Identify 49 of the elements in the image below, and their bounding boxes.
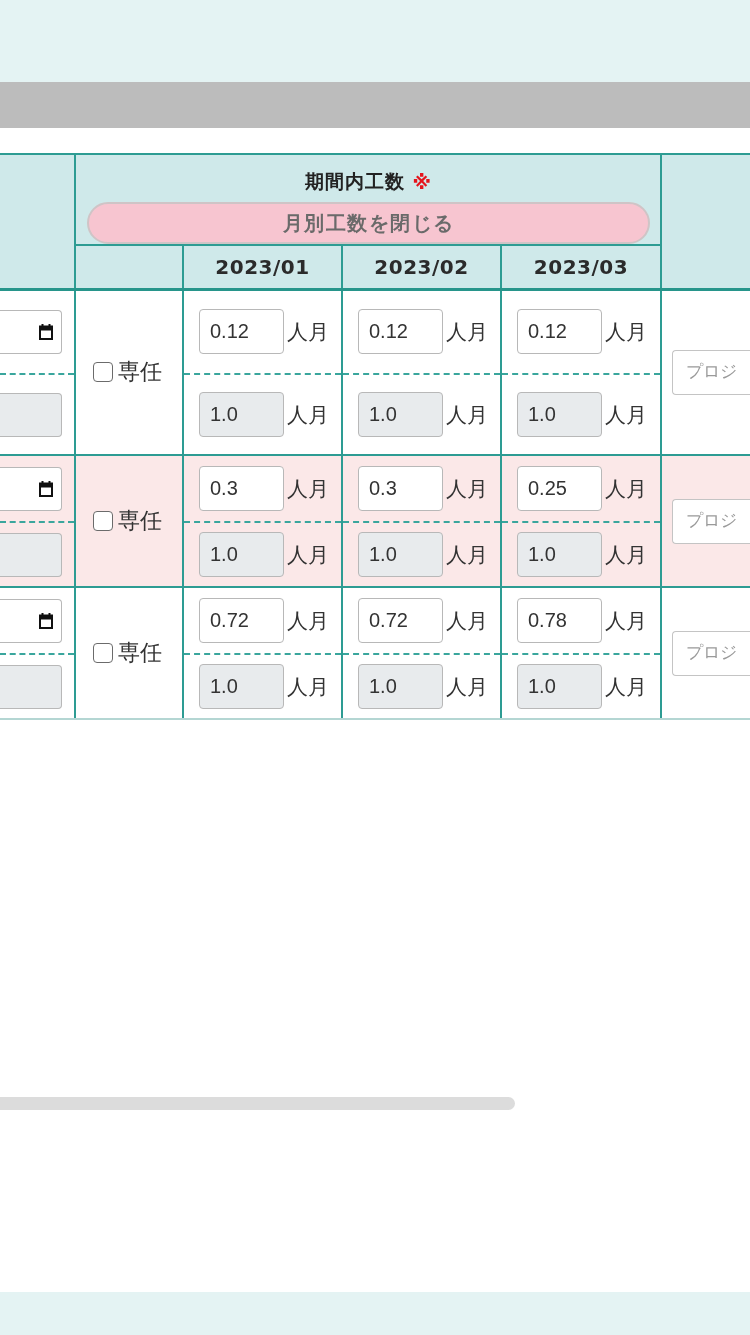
unit-label: 人月 <box>446 607 488 635</box>
unit-label: 人月 <box>287 318 329 346</box>
unit-label: 人月 <box>446 318 488 346</box>
unit-label: 人月 <box>287 541 329 569</box>
unit-label: 人月 <box>446 541 488 569</box>
number-field[interactable]: 0.25 <box>517 466 602 511</box>
number-field[interactable]: 0.3 <box>199 466 284 511</box>
project-field[interactable]: プロジ <box>672 349 750 395</box>
scrollbar-thumb[interactable] <box>0 1097 515 1110</box>
checkbox-label: 専任 <box>118 507 162 535</box>
unit-label: 人月 <box>446 475 488 503</box>
unit-label: 人月 <box>605 318 647 346</box>
unit-label: 人月 <box>605 541 647 569</box>
unit-label: 人月 <box>287 475 329 503</box>
checkbox-label: 専任 <box>118 639 162 667</box>
unit-label: 人月 <box>605 401 647 429</box>
checkbox[interactable] <box>93 362 113 383</box>
unit-label: 人月 <box>287 607 329 635</box>
calendar-icon[interactable] <box>39 480 53 497</box>
unit-label: 人月 <box>287 401 329 429</box>
project-field[interactable]: プロジ <box>672 630 750 676</box>
calendar-icon[interactable] <box>39 612 53 629</box>
number-field[interactable]: 0.3 <box>358 466 443 511</box>
unit-label: 人月 <box>446 401 488 429</box>
unit-label: 人月 <box>605 475 647 503</box>
period-title: 期間内工数 <box>304 169 405 194</box>
project-field[interactable]: プロジ <box>672 498 750 544</box>
date-field[interactable] <box>0 309 62 354</box>
checkbox[interactable] <box>93 511 113 531</box>
column-header: 2023/03 <box>501 245 661 289</box>
calendar-icon[interactable] <box>39 323 53 340</box>
number-field[interactable]: 0.12 <box>517 309 602 355</box>
unit-label: 人月 <box>605 673 647 701</box>
unit-label: 人月 <box>605 607 647 635</box>
number-field[interactable]: 0.12 <box>199 309 284 355</box>
required-mark: ※ <box>412 171 432 193</box>
checkbox[interactable] <box>93 643 113 663</box>
number-field[interactable]: 0.72 <box>199 598 284 643</box>
date-field[interactable] <box>0 598 62 643</box>
unit-label: 人月 <box>287 673 329 701</box>
number-field[interactable]: 0.12 <box>358 309 443 355</box>
number-field[interactable]: 0.78 <box>517 598 602 643</box>
checkbox-label: 専任 <box>118 358 162 387</box>
column-header: 2023/01 <box>183 245 342 289</box>
number-field[interactable]: 0.72 <box>358 598 443 643</box>
close-monthly-button[interactable]: 月別工数を閉じる <box>87 202 650 244</box>
date-field[interactable] <box>0 466 62 511</box>
column-header: 2023/02 <box>342 245 501 289</box>
unit-label: 人月 <box>446 673 488 701</box>
